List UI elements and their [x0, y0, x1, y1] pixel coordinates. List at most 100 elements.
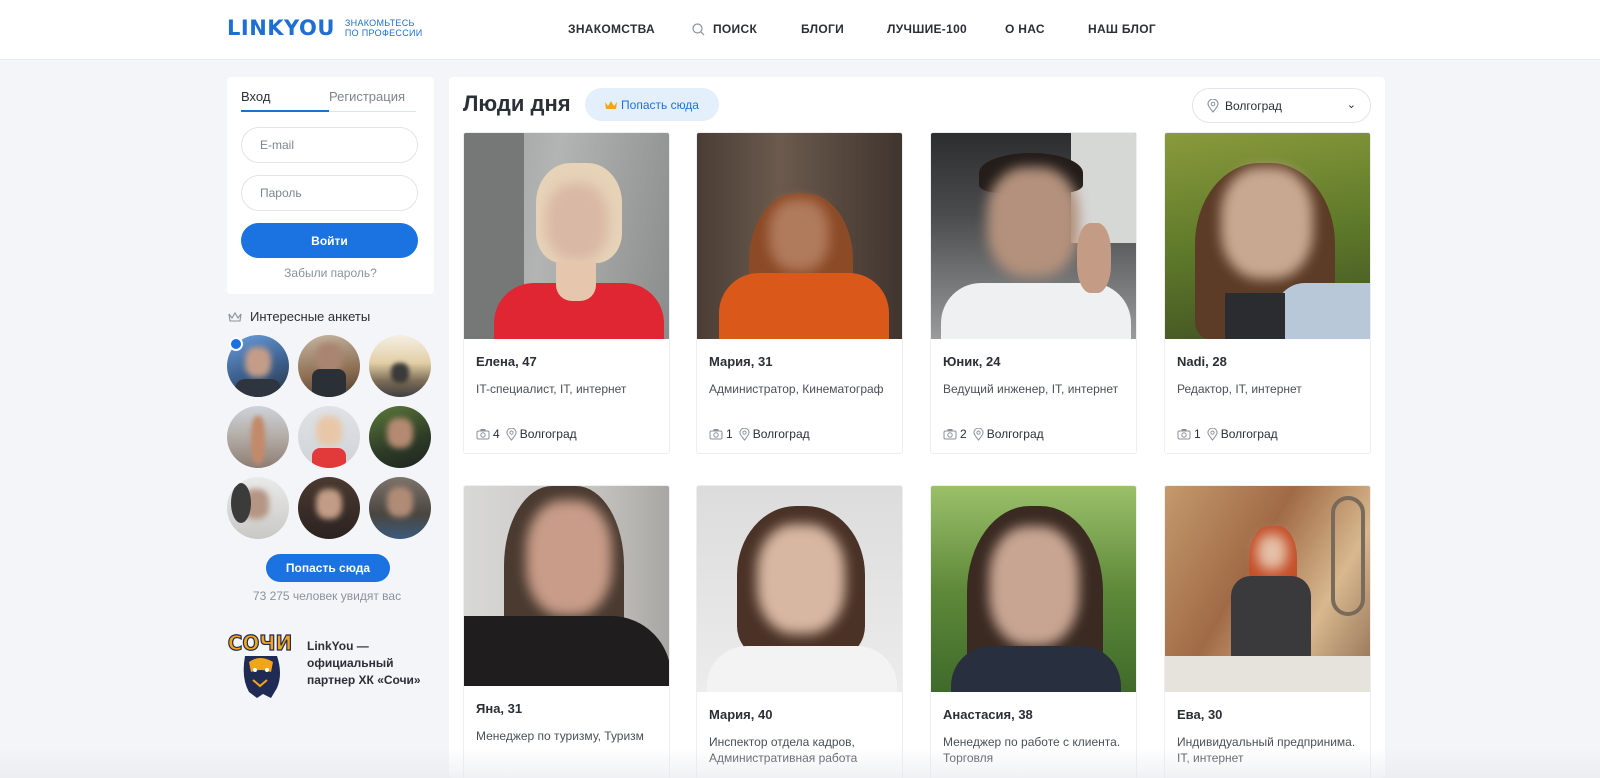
tagline-line-1: ЗНАКОМЬТЕСЬ [344, 18, 415, 28]
tab-login[interactable]: Вход [241, 89, 270, 104]
get-featured-button-main[interactable]: Попасть сюда [585, 88, 719, 121]
logo-tagline: ЗНАКОМЬТЕСЬ ПО ПРОФЕССИИ [345, 18, 423, 38]
svg-text:СОЧИ: СОЧИ [228, 631, 293, 655]
profile-name[interactable]: Яна, 31 [476, 701, 522, 716]
profile-card[interactable]: Мария, 31 Администратор, Кинематограф 1 … [696, 132, 903, 454]
profile-avatar[interactable] [369, 406, 431, 468]
nav-about[interactable]: О НАС [1005, 22, 1045, 36]
profile-avatar[interactable] [227, 477, 289, 539]
profile-photo[interactable] [697, 486, 902, 692]
chevron-down-icon: ⌄ [1346, 99, 1356, 111]
interesting-profiles-label: Интересные анкеты [250, 309, 371, 324]
profile-avatar[interactable] [369, 335, 431, 397]
tab-active-indicator [241, 110, 329, 112]
profile-photo[interactable] [464, 486, 669, 686]
profile-photo[interactable] [1165, 486, 1370, 692]
profile-job: Индивидуальный предпринима. [1177, 735, 1356, 749]
profile-photo[interactable] [931, 486, 1136, 692]
location-pin-icon [506, 427, 517, 441]
email-field[interactable] [241, 127, 418, 163]
nav-blogs[interactable]: БЛОГИ [801, 22, 844, 36]
nav-our-blog[interactable]: НАШ БЛОГ [1088, 22, 1156, 36]
profile-card[interactable]: Яна, 31 Менеджер по туризму, Туризм [463, 485, 670, 778]
profile-meta: 1 Волгоград [1177, 427, 1278, 441]
viewers-count: 73 275 человек увидят вас [252, 589, 402, 603]
profile-avatar[interactable] [298, 335, 360, 397]
page-title: Люди дня [463, 91, 571, 116]
profile-card[interactable]: Ева, 30 Индивидуальный предпринима. IT, … [1164, 485, 1371, 778]
profile-job: Администратор, Кинематограф [709, 382, 884, 396]
get-featured-button[interactable]: Попасть сюда [266, 554, 390, 582]
nav-search[interactable]: ПОИСК [692, 22, 757, 36]
profile-job-line-2: IT, интернет [1177, 751, 1244, 765]
password-field[interactable] [241, 175, 418, 211]
profile-avatar[interactable] [227, 406, 289, 468]
city-select-value: Волгоград [1225, 98, 1282, 113]
profile-job-line-2: Торговля [943, 751, 994, 765]
profile-job: Менеджер по работе с клиента. [943, 735, 1121, 749]
nav-best-100[interactable]: ЛУЧШИЕ-100 [887, 22, 967, 36]
profile-meta: 4 Волгоград [476, 427, 577, 441]
photo-count: 1 [726, 427, 733, 441]
profile-avatar[interactable] [369, 477, 431, 539]
people-of-day-panel: Люди дня Попасть сюда Волгоград ⌄ Елена,… [449, 77, 1385, 778]
logo-wordmark: LINKYOU [227, 16, 335, 40]
profile-card[interactable]: Анастасия, 38 Менеджер по работе с клиен… [930, 485, 1137, 778]
search-icon [692, 22, 705, 35]
profile-job: Ведущий инженер, IT, интернет [943, 382, 1119, 396]
profile-meta: 2 Волгоград [943, 427, 1044, 441]
location-pin-icon [1207, 98, 1219, 113]
profile-name[interactable]: Елена, 47 [476, 354, 537, 369]
profile-name[interactable]: Анастасия, 38 [943, 707, 1033, 722]
tagline-line-2: ПО ПРОФЕССИИ [344, 28, 423, 38]
site-logo[interactable]: LINKYOU ЗНАКОМЬТЕСЬ ПО ПРОФЕССИИ [227, 16, 423, 40]
profile-photo[interactable] [697, 133, 902, 339]
interesting-profiles-heading: Интересные анкеты [228, 309, 370, 324]
camera-icon [476, 429, 490, 440]
profile-job: Менеджер по туризму, Туризм [476, 729, 644, 743]
crown-icon [605, 100, 618, 109]
photo-count: 1 [1194, 427, 1201, 441]
login-card: Вход Регистрация Войти Забыли пароль? [227, 77, 434, 294]
profile-city: Волгоград [519, 427, 577, 441]
camera-icon [1177, 429, 1191, 440]
location-pin-icon [973, 427, 984, 441]
profile-job: Инспектор отдела кадров, Административна… [709, 735, 858, 765]
profile-card[interactable]: Юник, 24 Ведущий инженер, IT, интернет 2… [930, 132, 1137, 454]
profile-photo[interactable] [931, 133, 1136, 339]
tab-register[interactable]: Регистрация [329, 89, 405, 104]
profile-city: Волгоград [752, 427, 810, 441]
photo-count: 4 [493, 427, 500, 441]
profile-meta: 1 Волгоград [709, 427, 810, 441]
login-button[interactable]: Войти [241, 223, 418, 258]
profile-job: Редактор, IT, интернет [1177, 382, 1302, 396]
profile-job: IT-специалист, IT, интернет [476, 382, 627, 396]
city-select[interactable]: Волгоград ⌄ [1192, 88, 1371, 123]
nav-search-label: ПОИСК [713, 22, 758, 36]
forgot-password-link[interactable]: Забыли пароль? [227, 266, 434, 280]
get-featured-label: Попасть сюда [621, 97, 699, 112]
profile-card[interactable]: Елена, 47 IT-специалист, IT, интернет 4 … [463, 132, 670, 454]
profile-card[interactable]: Nadi, 28 Редактор, IT, интернет 1 Волгог… [1164, 132, 1371, 454]
location-pin-icon [739, 427, 750, 441]
profile-name[interactable]: Nadi, 28 [1177, 354, 1227, 369]
profile-name[interactable]: Ева, 30 [1177, 707, 1222, 722]
profile-photo[interactable] [1165, 133, 1370, 339]
top-header: LINKYOU ЗНАКОМЬТЕСЬ ПО ПРОФЕССИИ ЗНАКОМС… [0, 0, 1600, 60]
profile-name[interactable]: Мария, 40 [709, 707, 772, 722]
location-pin-icon [1207, 427, 1218, 441]
camera-icon [709, 429, 723, 440]
profile-name[interactable]: Мария, 31 [709, 354, 772, 369]
nav-dating[interactable]: ЗНАКОМСТВА [568, 22, 655, 36]
featured-star-icon [229, 337, 243, 351]
profile-city: Волгоград [1220, 427, 1278, 441]
crown-icon [228, 311, 242, 322]
profile-name[interactable]: Юник, 24 [943, 354, 1000, 369]
camera-icon [943, 429, 957, 440]
profile-card[interactable]: Мария, 40 Инспектор отдела кадров, Админ… [696, 485, 903, 778]
photo-count: 2 [960, 427, 967, 441]
profile-photo[interactable] [464, 133, 669, 339]
profile-avatar[interactable] [298, 477, 360, 539]
profile-avatar[interactable] [298, 406, 360, 468]
hc-sochi-logo[interactable]: СОЧИ [227, 626, 293, 700]
